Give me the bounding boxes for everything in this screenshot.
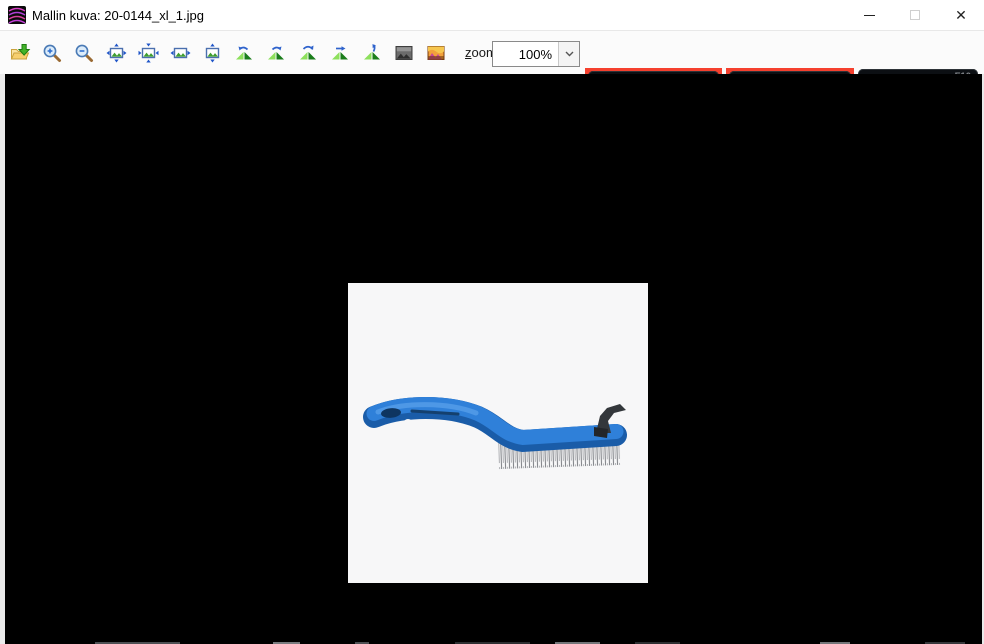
image-canvas[interactable] — [0, 74, 984, 644]
rotate-left-button[interactable] — [233, 41, 255, 65]
window-controls: ✕ — [846, 0, 984, 31]
flip-vertical-icon — [362, 43, 382, 63]
maximize-icon — [910, 10, 920, 20]
grayscale-preview-button[interactable] — [393, 41, 415, 65]
fit-width-icon — [170, 43, 191, 63]
zoom-in-button[interactable] — [41, 41, 63, 65]
fit-window-icon — [106, 43, 127, 63]
image-viewer-window: Mallin kuva: 20-0144_xl_1.jpg ✕ — [0, 0, 984, 644]
grayscale-preview-icon — [394, 43, 414, 63]
zoom-out-button[interactable] — [73, 41, 95, 65]
minimize-button[interactable] — [846, 0, 892, 31]
rotate-180-button[interactable] — [297, 41, 319, 65]
flip-horizontal-icon — [330, 43, 350, 63]
zoom-in-icon — [42, 43, 62, 63]
open-image-button[interactable] — [9, 41, 31, 65]
toolbar: zoom: 100% VAIHDA KUVA F4 POISTA KUVA F8 — [0, 31, 984, 74]
chevron-down-icon — [565, 51, 574, 57]
rotate-right-icon — [266, 43, 286, 63]
left-edge-strip — [0, 74, 5, 644]
zoom-dropdown-button[interactable] — [558, 42, 579, 66]
flip-vertical-button[interactable] — [361, 41, 383, 65]
zoom-combobox[interactable]: 100% — [492, 41, 580, 67]
color-preview-icon — [426, 43, 446, 63]
close-icon: ✕ — [955, 8, 967, 22]
wire-brush-image — [348, 283, 648, 583]
title-bar: Mallin kuva: 20-0144_xl_1.jpg ✕ — [0, 0, 984, 31]
fit-page-button[interactable] — [137, 41, 159, 65]
flip-horizontal-button[interactable] — [329, 41, 351, 65]
color-preview-button[interactable] — [425, 41, 447, 65]
fit-width-button[interactable] — [169, 41, 191, 65]
fit-page-icon — [138, 43, 159, 63]
minimize-icon — [864, 15, 875, 16]
close-button[interactable]: ✕ — [938, 0, 984, 31]
zoom-value: 100% — [493, 42, 558, 66]
product-photo — [348, 283, 648, 583]
fit-height-button[interactable] — [201, 41, 223, 65]
rotate-left-icon — [234, 43, 254, 63]
app-logo-icon — [8, 6, 26, 24]
zoom-out-icon — [74, 43, 94, 63]
maximize-button[interactable] — [892, 0, 938, 31]
fit-window-button[interactable] — [105, 41, 127, 65]
fit-height-icon — [202, 43, 223, 63]
window-title: Mallin kuva: 20-0144_xl_1.jpg — [32, 8, 204, 23]
rotate-right-button[interactable] — [265, 41, 287, 65]
rotate-180-icon — [298, 43, 318, 63]
open-image-icon — [10, 43, 31, 63]
